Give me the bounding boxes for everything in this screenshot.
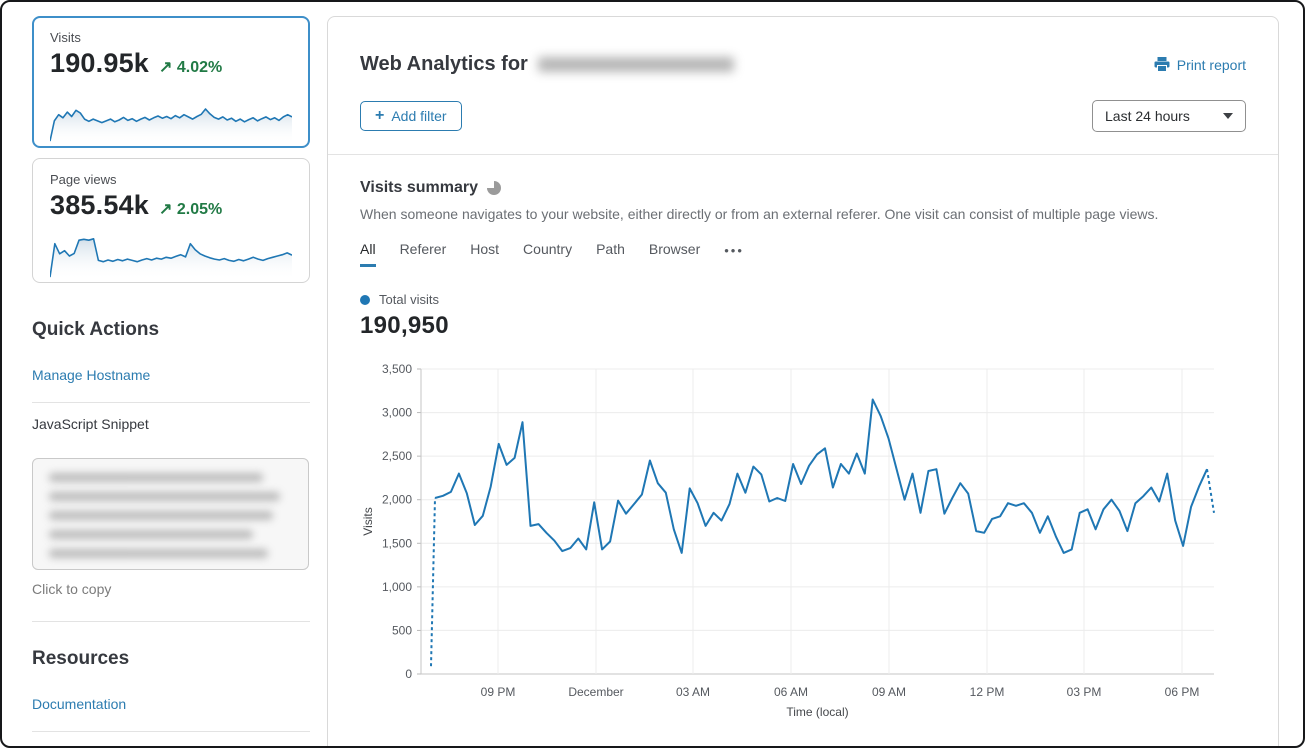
code-snippet-box[interactable]	[32, 458, 309, 570]
metric-value: 385.54k	[50, 190, 149, 221]
manage-hostname-link[interactable]: Manage Hostname	[32, 367, 150, 383]
visits-chart: 0 500 1,000 1,500 2,000 2,500 3,000 3,500 09 PM D…	[358, 354, 1278, 734]
app-window: Visits 190.95k ↗ 4.02% Page views 385.54…	[0, 0, 1305, 748]
divider	[32, 621, 310, 622]
resources-title: Resources	[32, 648, 310, 670]
blurred-code-line	[49, 492, 280, 501]
line-chart-svg: 0 500 1,000 1,500 2,000 2,500 3,000 3,500 09 PM D…	[358, 354, 1278, 734]
time-range-select[interactable]: Last 24 hours	[1092, 100, 1246, 132]
y-tick-label: 2,500	[382, 449, 412, 463]
legend-label: Total visits	[379, 292, 439, 307]
trend-up-icon: ↗	[159, 201, 172, 218]
help-icon[interactable]	[487, 181, 501, 195]
tab-all[interactable]: All	[360, 241, 376, 267]
metric-delta: ↗ 4.02%	[159, 57, 222, 77]
plus-icon: +	[375, 108, 384, 124]
total-visits-line	[435, 400, 1207, 553]
print-report-button[interactable]: Print report	[1154, 57, 1246, 73]
x-tick-label: 06 PM	[1165, 685, 1200, 699]
metric-value: 190.95k	[50, 48, 149, 79]
legend-dot-icon	[360, 295, 370, 305]
sparkline-chart	[50, 228, 292, 282]
metric-card-page-views[interactable]: Page views 385.54k ↗ 2.05%	[32, 158, 310, 283]
dashed-line-start	[431, 498, 435, 666]
metric-card-visits[interactable]: Visits 190.95k ↗ 4.02%	[32, 16, 310, 148]
y-tick-label: 1,500	[382, 536, 412, 550]
y-tick-label: 3,000	[382, 406, 412, 420]
blurred-code-line	[49, 530, 253, 539]
add-filter-button[interactable]: + Add filter	[360, 101, 462, 131]
documentation-link[interactable]: Documentation	[32, 696, 126, 712]
sidebar: Visits 190.95k ↗ 4.02% Page views 385.54…	[32, 16, 310, 732]
chevron-down-icon	[1223, 113, 1233, 119]
sparkline-chart	[50, 92, 292, 146]
metric-label: Visits	[50, 30, 292, 45]
quick-actions-title: Quick Actions	[32, 319, 310, 341]
metric-delta: ↗ 2.05%	[159, 199, 222, 219]
tab-host[interactable]: Host	[470, 241, 499, 267]
summary-title: Visits summary	[360, 179, 478, 197]
divider	[32, 402, 310, 403]
printer-icon	[1154, 57, 1170, 72]
blurred-domain	[538, 57, 734, 72]
click-to-copy-label: Click to copy	[32, 581, 310, 597]
summary-tabs: All Referer Host Country Path Browser •••	[360, 241, 1246, 267]
blurred-code-line	[49, 549, 268, 558]
tab-country[interactable]: Country	[523, 241, 572, 267]
divider	[32, 731, 310, 732]
x-tick-label: 09 PM	[481, 685, 516, 699]
y-tick-label: 3,500	[382, 362, 412, 376]
x-tick-label: 12 PM	[970, 685, 1005, 699]
x-axis-label: Time (local)	[786, 705, 848, 719]
y-tick-label: 2,000	[382, 493, 412, 507]
y-axis-label: Visits	[361, 507, 375, 535]
summary-description: When someone navigates to your website, …	[360, 206, 1246, 222]
x-tick-label: 03 PM	[1067, 685, 1102, 699]
page-title: Web Analytics for	[360, 53, 734, 76]
x-tick-label: 06 AM	[774, 685, 808, 699]
metric-label: Page views	[50, 172, 292, 187]
y-tick-label: 0	[405, 667, 412, 681]
x-tick-label: 09 AM	[872, 685, 906, 699]
x-tick-label: December	[568, 685, 623, 699]
tab-browser[interactable]: Browser	[649, 241, 700, 267]
analytics-panel: Web Analytics for Print report + Add fil…	[327, 16, 1279, 748]
total-visits-value: 190,950	[360, 312, 1246, 340]
javascript-snippet-label: JavaScript Snippet	[32, 416, 310, 432]
x-tick-label: 03 AM	[676, 685, 710, 699]
blurred-code-line	[49, 473, 263, 482]
y-tick-label: 1,000	[382, 580, 412, 594]
tab-referer[interactable]: Referer	[400, 241, 447, 267]
chart-legend: Total visits	[360, 292, 1246, 307]
divider	[328, 154, 1278, 155]
blurred-code-line	[49, 511, 273, 520]
dashed-line-end	[1207, 469, 1214, 513]
trend-up-icon: ↗	[159, 59, 172, 76]
y-tick-label: 500	[392, 623, 412, 637]
tabs-more-button[interactable]: •••	[724, 243, 744, 265]
tab-path[interactable]: Path	[596, 241, 625, 267]
